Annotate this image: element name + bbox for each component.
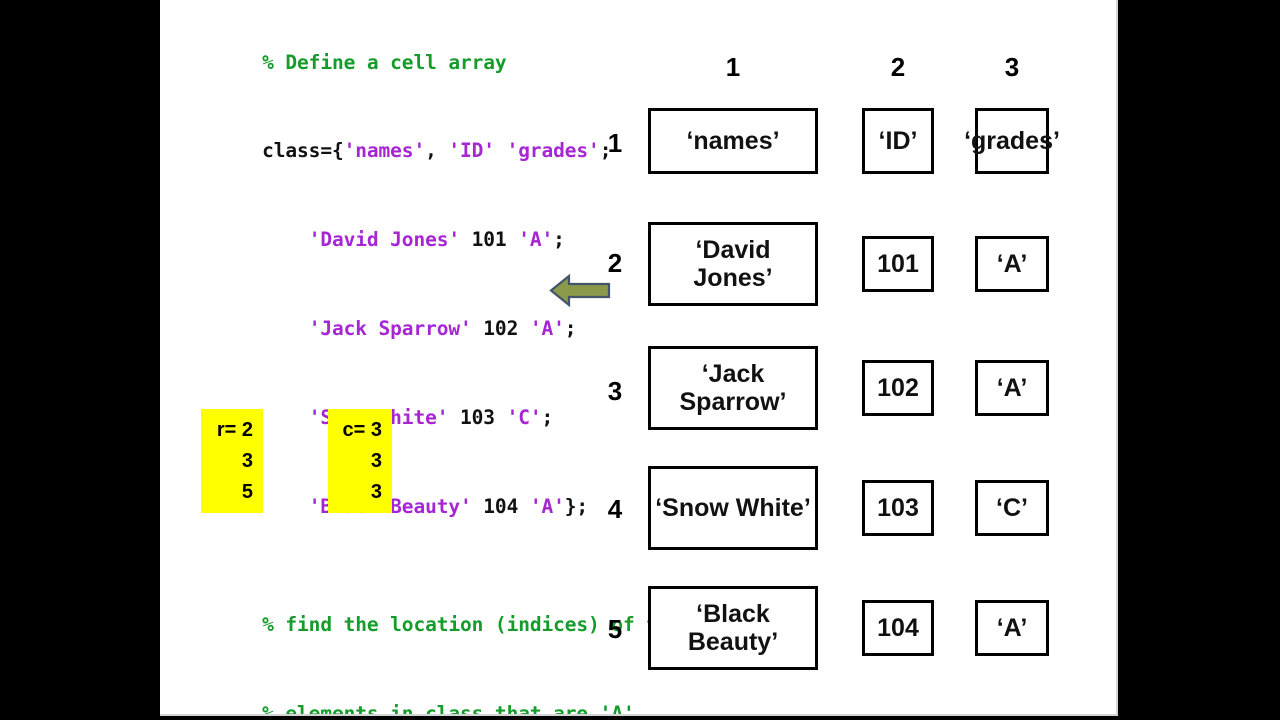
- code-comment: % Define a cell array: [262, 50, 507, 74]
- code-string: 'C': [506, 405, 542, 429]
- code-token-semicolon: ;: [541, 405, 554, 429]
- grid-cell[interactable]: ‘grades’: [964, 108, 1060, 174]
- code-line: % find the location (indices) of the: [169, 580, 681, 669]
- column-header-2: 2: [890, 52, 906, 82]
- grid-cell[interactable]: 101: [862, 236, 934, 292]
- grid-cell[interactable]: ‘A’: [975, 360, 1049, 416]
- code-number: 103: [448, 405, 507, 429]
- code-token-semicolon: ;: [564, 316, 577, 340]
- slide-stage: % Define a cell array class={'names', 'I…: [0, 0, 1280, 720]
- result-c-value: 3: [370, 419, 382, 441]
- grid-cell[interactable]: 103: [862, 480, 934, 536]
- code-number: 102: [471, 316, 530, 340]
- matlab-code-block: % Define a cell array class={'names', 'I…: [169, 18, 681, 716]
- code-token-class: class={: [262, 139, 344, 163]
- result-c-line: c= 3: [338, 415, 383, 446]
- result-r-line: r= 2: [211, 415, 253, 446]
- row-label-4: 4: [607, 494, 623, 524]
- code-string: 'David Jones': [308, 228, 461, 252]
- code-line: % Define a cell array: [169, 18, 639, 107]
- grid-cell[interactable]: ‘Jack Sparrow’: [648, 346, 818, 430]
- result-c-value: 3: [370, 481, 382, 503]
- slide-canvas: % Define a cell array class={'names', 'I…: [160, 0, 1118, 716]
- grid-cell[interactable]: 102: [862, 360, 934, 416]
- grid-cell[interactable]: ‘Snow White’: [648, 466, 818, 550]
- code-string: 'ID': [448, 139, 495, 163]
- result-c-value: 3: [370, 450, 382, 472]
- code-string: 'A': [529, 494, 565, 518]
- code-string: 'A': [518, 228, 554, 252]
- code-line: 'David Jones' 101 'A';: [169, 196, 639, 285]
- result-r-value: 2: [241, 419, 253, 441]
- code-string: 'A': [529, 316, 565, 340]
- grid-cell[interactable]: ‘A’: [975, 236, 1049, 292]
- column-header-3: 3: [1004, 52, 1020, 82]
- grid-cell[interactable]: ‘C’: [975, 480, 1049, 536]
- result-box-c: c= 3 3 3: [328, 409, 392, 513]
- result-r-value: 3: [241, 450, 253, 472]
- code-line: % elements in class that are 'A': [169, 669, 639, 716]
- code-string: 'Jack Sparrow': [308, 316, 472, 340]
- code-token-close: };: [564, 494, 589, 518]
- grid-cell[interactable]: ‘A’: [975, 600, 1049, 656]
- result-r-label: r=: [216, 419, 237, 441]
- code-token-comma: ,: [425, 139, 449, 163]
- result-r-value: 5: [241, 481, 253, 503]
- row-label-3: 3: [607, 376, 623, 406]
- row-label-1: 1: [607, 128, 623, 158]
- column-header-1: 1: [725, 52, 741, 82]
- grid-cell[interactable]: ‘names’: [648, 108, 818, 174]
- result-c-label: c=: [342, 419, 366, 441]
- result-box-r: r= 2 3 5: [201, 409, 263, 513]
- code-comment: % elements in class that are 'A': [262, 701, 635, 716]
- code-string: 'names': [343, 139, 426, 163]
- grid-cell[interactable]: ‘David Jones’: [648, 222, 818, 306]
- grid-cell[interactable]: ‘ID’: [862, 108, 934, 174]
- code-number: 104: [471, 494, 530, 518]
- code-token-semicolon: ;: [553, 228, 565, 252]
- row-label-2: 2: [607, 248, 623, 278]
- grid-cell[interactable]: ‘Black Beauty’: [648, 586, 818, 670]
- code-string: 'grades': [506, 139, 600, 163]
- grid-cell[interactable]: 104: [862, 600, 934, 656]
- code-number: 101: [460, 228, 519, 252]
- code-line: class={'names', 'ID' 'grades';: [169, 107, 639, 196]
- row-label-5: 5: [607, 614, 623, 644]
